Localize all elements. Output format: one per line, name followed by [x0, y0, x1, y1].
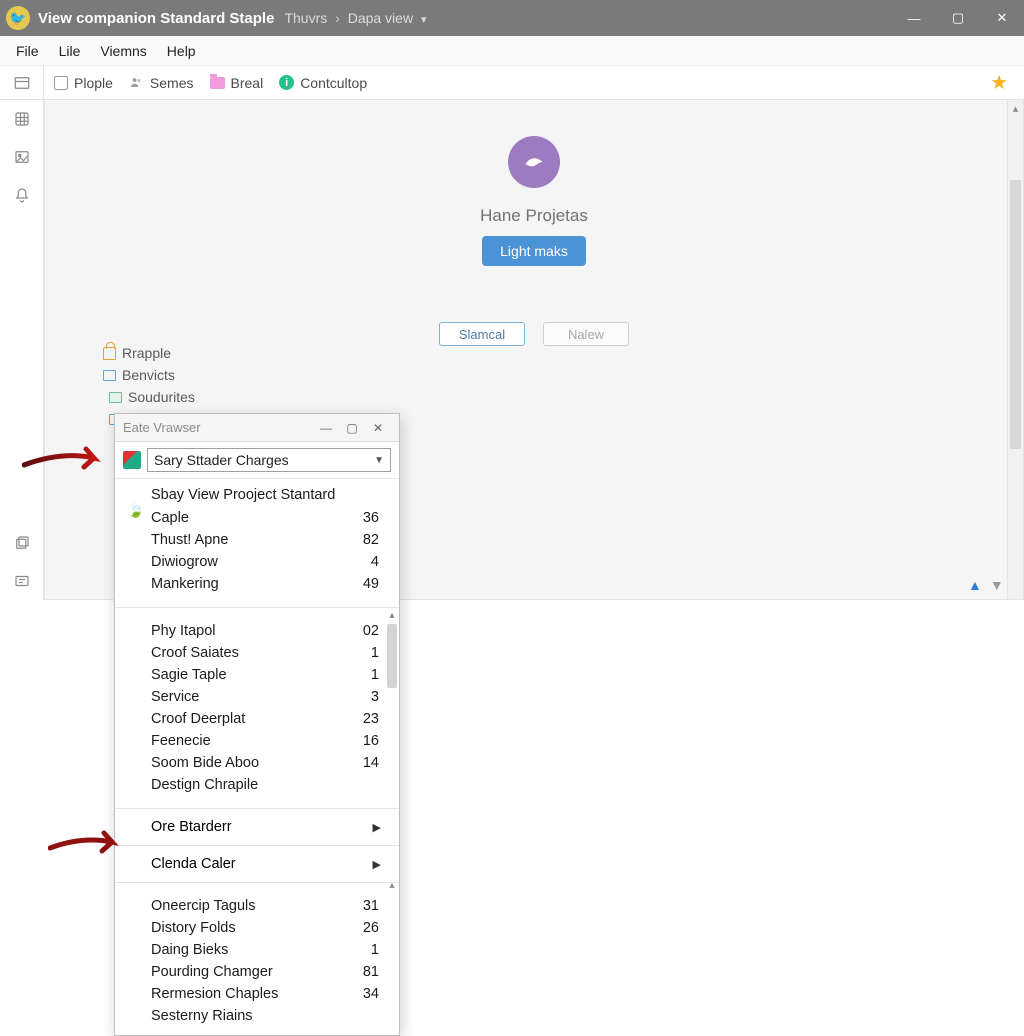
list-item[interactable]: Croof Saiates1	[151, 642, 399, 664]
toolbar-semes[interactable]: Semes	[129, 75, 194, 91]
toolbar-contcultop[interactable]: i Contcultop	[279, 75, 367, 91]
popup-section-b: Phy Itapol02 Croof Saiates1 Sagie Taple1…	[115, 612, 399, 804]
list-item[interactable]: Mankering49	[151, 573, 399, 595]
tree-item-benvicts[interactable]: Benvicts	[103, 364, 195, 386]
list-item[interactable]: Diwiogrow4	[151, 551, 399, 573]
scroll-thumb[interactable]	[1010, 180, 1021, 449]
box-icon	[103, 370, 116, 381]
menu-file[interactable]: File	[6, 39, 49, 63]
nalew-button[interactable]: Nalew	[543, 322, 629, 346]
list-item[interactable]: Daing Bieks1	[151, 939, 399, 961]
popup-close-button[interactable]: ✕	[365, 421, 391, 435]
toolbar-plople[interactable]: Plople	[54, 75, 113, 91]
popup-section-a: Sbay View Prooject Stantard Caple36 Thus…	[115, 479, 399, 603]
star-icon[interactable]: ★	[990, 70, 1008, 95]
package-icon	[123, 451, 141, 469]
chevron-right-icon: ▶	[373, 858, 381, 871]
tree-item-soudurites[interactable]: Soudurites	[103, 386, 195, 408]
toolbar-label: Plople	[74, 75, 113, 91]
list-item[interactable]: Distory Folds26	[151, 917, 399, 939]
scroll-up-icon[interactable]: ▴	[1008, 102, 1023, 115]
main-scrollbar[interactable]: ▴ ▲ ▼	[1007, 100, 1023, 599]
square-stack-icon[interactable]	[0, 524, 44, 562]
viewer-popup: Eate Vrawser — ▢ ✕ Sary Sttader Charges …	[114, 413, 400, 1036]
profile-name: Hane Projetas	[480, 206, 588, 226]
window-close-button[interactable]: ✕	[980, 0, 1024, 36]
lock-icon	[103, 347, 116, 360]
chevron-right-icon: ▶	[373, 821, 381, 834]
list-item[interactable]: Caple36	[151, 507, 399, 529]
list-item[interactable]: Croof Deerplat23	[151, 708, 399, 730]
profile-action-button[interactable]: Light maks	[482, 236, 586, 266]
breadcrumb[interactable]: Thuvrs › Dapa view ▾	[284, 10, 426, 26]
annotation-arrow-icon	[22, 445, 110, 473]
menu-help[interactable]: Help	[157, 39, 206, 63]
panel-toggle-icon[interactable]	[0, 66, 44, 100]
info-dot-icon: i	[279, 75, 294, 90]
popup-title: Eate Vrawser	[123, 420, 313, 435]
green-box-icon	[109, 392, 122, 403]
list-item[interactable]: Service3	[151, 686, 399, 708]
toolbar: Plople Semes Breal i Contcultop ★	[44, 66, 1024, 99]
card-icon[interactable]	[0, 562, 44, 600]
leaf-icon: 🍃	[127, 502, 144, 519]
popup-scrollbar-2[interactable]: ▴	[385, 880, 399, 891]
annotation-arrow-icon	[48, 828, 136, 856]
profile-avatar-icon	[508, 136, 560, 188]
submenu-ore[interactable]: Ore Btarderr▶	[115, 813, 399, 841]
people-icon	[129, 75, 144, 90]
checkbox-icon	[54, 76, 68, 90]
chevron-down-icon[interactable]: ▾	[421, 14, 427, 26]
list-item[interactable]: Phy Itapol02	[151, 620, 399, 642]
menu-lile[interactable]: Lile	[49, 39, 91, 63]
toolbar-label: Contcultop	[300, 75, 367, 91]
charges-combobox[interactable]: Sary Sttader Charges ▼	[147, 448, 391, 472]
section-header[interactable]: Sbay View Prooject Stantard	[151, 487, 399, 507]
app-title: View companion Standard Staple	[38, 10, 274, 27]
scroll-thumb[interactable]	[387, 624, 397, 688]
popup-minimize-button[interactable]: —	[313, 421, 339, 435]
popup-section-c: Oneercip Taguls31 Distory Folds26 Daing …	[115, 887, 399, 1035]
slamcal-button[interactable]: Slamcal	[439, 322, 525, 346]
list-item[interactable]: Thust! Apne82	[151, 529, 399, 551]
list-item[interactable]: Rermesion Chaples34	[151, 983, 399, 1005]
tree-item-rrapple[interactable]: Rrapple	[103, 342, 195, 364]
list-item[interactable]: Pourding Chamger81	[151, 961, 399, 983]
popup-titlebar[interactable]: Eate Vrawser — ▢ ✕	[115, 414, 399, 442]
chevron-down-icon: ▼	[374, 455, 384, 466]
submenu-clenda[interactable]: Clenda Caler▶	[115, 850, 399, 878]
breadcrumb-b[interactable]: Dapa view	[348, 10, 413, 26]
window-maximize-button[interactable]: ▢	[936, 0, 980, 36]
toolbar-label: Semes	[150, 75, 194, 91]
list-item[interactable]: Sagie Taple1	[151, 664, 399, 686]
toolbar-label: Breal	[231, 75, 264, 91]
menubar: File Lile Viemns Help	[0, 36, 1024, 66]
app-logo-icon: 🐦	[6, 6, 30, 30]
popup-scrollbar[interactable]: ▴	[385, 610, 399, 770]
toolbar-breal[interactable]: Breal	[210, 75, 264, 91]
list-item[interactable]: Destign Chrapile	[151, 774, 399, 796]
bell-icon[interactable]	[0, 176, 44, 214]
titlebar: 🐦 View companion Standard Staple Thuvrs …	[0, 0, 1024, 36]
list-item[interactable]: Soom Bide Aboo14	[151, 752, 399, 774]
menu-views[interactable]: Viemns	[90, 39, 156, 63]
combo-value: Sary Sttader Charges	[154, 452, 289, 468]
list-item[interactable]: Oneercip Taguls31	[151, 895, 399, 917]
image-icon[interactable]	[0, 138, 44, 176]
folder-icon	[210, 77, 225, 89]
breadcrumb-separator-icon: ›	[335, 10, 340, 26]
scroll-up-icon[interactable]: ▴	[385, 610, 399, 621]
list-item[interactable]: Feenecie16	[151, 730, 399, 752]
grid-icon[interactable]	[0, 100, 44, 138]
popup-maximize-button[interactable]: ▢	[339, 421, 365, 435]
scroll-up-icon[interactable]: ▴	[385, 880, 399, 891]
chevron-down-icon[interactable]: ▼	[990, 577, 1004, 593]
breadcrumb-a[interactable]: Thuvrs	[284, 10, 327, 26]
window-minimize-button[interactable]: —	[892, 0, 936, 36]
warning-icon[interactable]: ▲	[968, 577, 982, 593]
